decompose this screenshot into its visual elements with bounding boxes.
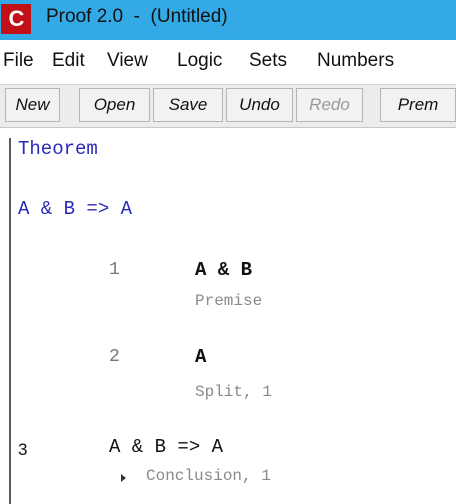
triangle-right-icon[interactable] <box>121 474 126 482</box>
menu-sets[interactable]: Sets <box>249 50 287 72</box>
menu-view[interactable]: View <box>107 50 148 72</box>
undo-button[interactable]: Undo <box>226 88 293 122</box>
proof-editor[interactable]: Theorem A & B => A 1 A & B Premise 2 A S… <box>0 128 456 504</box>
step-justification: Split, 1 <box>195 383 272 401</box>
save-button[interactable]: Save <box>153 88 223 122</box>
menu-numbers[interactable]: Numbers <box>317 50 394 72</box>
editor-margin-line <box>9 138 11 504</box>
step-number: 1 <box>109 260 120 280</box>
menu-file[interactable]: File <box>3 50 34 72</box>
menu-bar: File Edit View Logic Sets Numbers <box>0 40 456 85</box>
new-button[interactable]: New <box>5 88 60 122</box>
step-number: 2 <box>109 347 120 367</box>
conclusion-justification: Conclusion, 1 <box>146 467 271 485</box>
menu-edit[interactable]: Edit <box>52 50 85 72</box>
window-title: Proof 2.0 - (Untitled) <box>46 6 228 27</box>
menu-logic[interactable]: Logic <box>177 50 222 72</box>
conclusion-number: 3 <box>18 440 28 459</box>
theorem-statement[interactable]: A & B => A <box>18 198 132 220</box>
conclusion-expression[interactable]: A & B => A <box>109 436 223 458</box>
open-button[interactable]: Open <box>79 88 150 122</box>
premise-button[interactable]: Prem <box>380 88 456 122</box>
app-icon[interactable]: C <box>1 4 31 34</box>
toolbar: New Open Save Undo Redo Prem <box>0 85 456 128</box>
theorem-heading: Theorem <box>18 138 98 160</box>
step-justification: Premise <box>195 292 263 310</box>
redo-button[interactable]: Redo <box>296 88 363 122</box>
step-expression[interactable]: A <box>195 346 206 368</box>
step-expression[interactable]: A & B <box>195 259 252 281</box>
title-bar: C Proof 2.0 - (Untitled) <box>0 0 456 40</box>
